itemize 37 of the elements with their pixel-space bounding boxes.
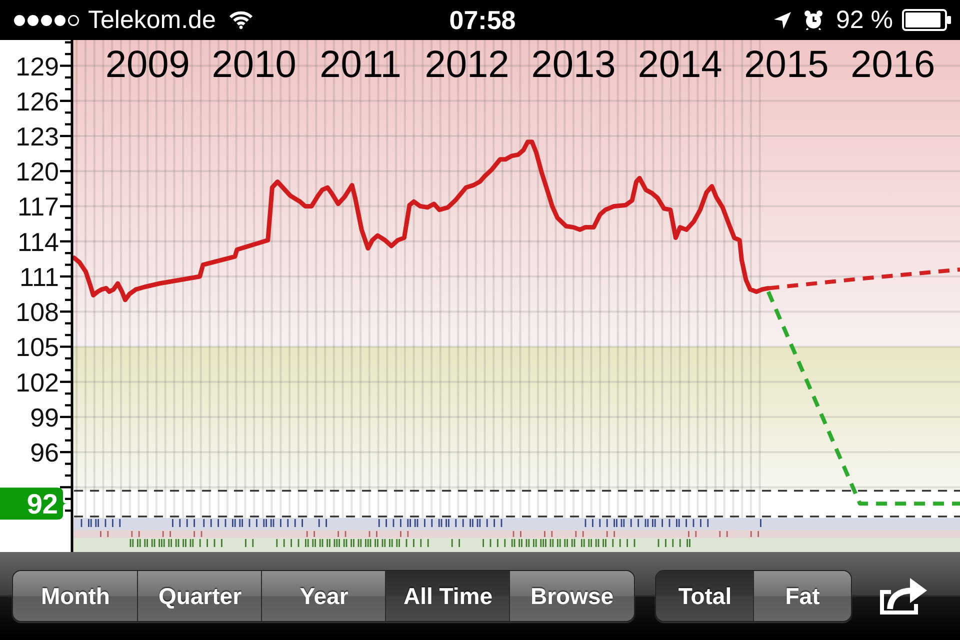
segment-tab[interactable]: Browse (509, 571, 634, 621)
segment-tab[interactable]: Year (261, 571, 386, 621)
y-axis-label: 114 (18, 226, 59, 257)
signal-strength-icon (13, 14, 80, 26)
y-axis-label: 120 (16, 156, 59, 187)
year-label: 2009 (105, 44, 190, 86)
location-arrow-icon (774, 12, 792, 28)
y-axis-label: 126 (16, 86, 59, 116)
share-icon[interactable] (879, 578, 927, 614)
year-label: 2012 (424, 44, 510, 86)
segment-tab[interactable]: Fat (753, 571, 851, 621)
wifi-icon (228, 11, 253, 29)
y-axis-label: 129 (16, 51, 59, 82)
year-label: 2010 (212, 44, 296, 86)
carrier-name: Telekom.de (88, 5, 216, 35)
y-axis-label: 108 (16, 297, 59, 328)
y-axis-label: 102 (16, 367, 59, 398)
segment-tab[interactable]: Total (656, 571, 754, 621)
segment-tab[interactable]: Month (13, 571, 138, 621)
year-label: 2011 (320, 44, 402, 86)
segment-tab[interactable]: All Time (385, 571, 510, 621)
year-label: 2015 (744, 44, 829, 86)
battery-percentage: 92 % (836, 5, 893, 35)
y-axis-label: 123 (16, 122, 59, 152)
segment-tab[interactable]: Quarter (137, 571, 262, 621)
year-label: 2016 (850, 44, 936, 86)
clock-time: 07:58 (449, 5, 516, 35)
year-label: 2013 (531, 44, 616, 86)
alarm-clock-icon (804, 10, 824, 30)
y-axis-label: 96 (30, 438, 59, 468)
goal-badge: 92 (0, 488, 67, 520)
y-axis-label: 117 (18, 192, 59, 222)
y-axis-label: 111 (19, 262, 59, 292)
y-axis-label: 105 (16, 332, 59, 362)
year-label: 2014 (638, 44, 722, 86)
y-axis-label: 99 (30, 402, 59, 432)
battery-icon (902, 9, 952, 31)
